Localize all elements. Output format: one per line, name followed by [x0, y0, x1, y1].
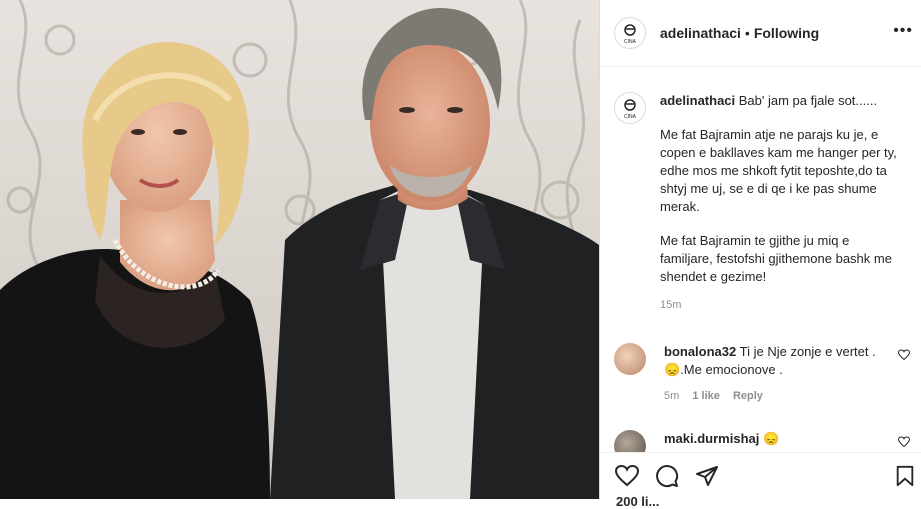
- avatar-text: CINA: [624, 114, 637, 120]
- author-avatar[interactable]: CINA: [614, 17, 646, 49]
- action-bar: 200 li...: [600, 452, 921, 509]
- comment-heart-icon[interactable]: [898, 436, 910, 448]
- comment-item: bonalona32 Ti je Nje zonje e vertet .😞.M…: [614, 343, 912, 405]
- more-options-button[interactable]: •••: [893, 22, 913, 40]
- post-panel: CINA adelinathaci • Following ••• CINA a…: [599, 0, 921, 509]
- comment-time[interactable]: 5m: [664, 390, 679, 402]
- comment-username[interactable]: bonalona32: [664, 344, 736, 359]
- avatar-text: CINA: [624, 39, 637, 45]
- reply-button[interactable]: Reply: [733, 390, 763, 402]
- heart-icon[interactable]: [614, 464, 640, 488]
- bookmark-icon[interactable]: [894, 464, 916, 488]
- comment-likes[interactable]: 1 like: [692, 390, 720, 402]
- caption-paragraph-1: Me fat Bajramin atje ne parajs ku je, e …: [660, 127, 897, 214]
- caption-paragraph-2: Me fat Bajramin te gjithe ju miq e famil…: [660, 233, 892, 284]
- caption-timestamp[interactable]: 15m: [660, 296, 900, 314]
- comment-heart-icon[interactable]: [898, 349, 910, 361]
- commenter-avatar[interactable]: [614, 343, 646, 375]
- caption-username[interactable]: adelinathaci: [660, 93, 735, 108]
- comment-text: 😞: [763, 431, 780, 446]
- separator-dot: •: [744, 25, 750, 41]
- comment-username[interactable]: maki.durmishaj: [664, 431, 759, 446]
- post-image: [0, 0, 599, 499]
- following-button[interactable]: Following: [754, 25, 819, 41]
- author-username[interactable]: adelinathaci: [660, 25, 741, 41]
- share-icon[interactable]: [694, 464, 720, 488]
- avatar-logo-icon: CINA: [624, 99, 637, 120]
- post-header: CINA adelinathaci • Following •••: [600, 0, 921, 67]
- post-photo[interactable]: [0, 0, 599, 499]
- caption-avatar[interactable]: CINA: [614, 92, 646, 124]
- comment-icon[interactable]: [654, 464, 680, 488]
- likes-count[interactable]: 200 li...: [616, 494, 659, 509]
- caption-title: Bab' jam pa fjale sot......: [738, 93, 878, 108]
- post-caption: CINA adelinathaci Bab' jam pa fjale sot.…: [614, 92, 912, 314]
- avatar-logo-icon: CINA: [624, 24, 637, 45]
